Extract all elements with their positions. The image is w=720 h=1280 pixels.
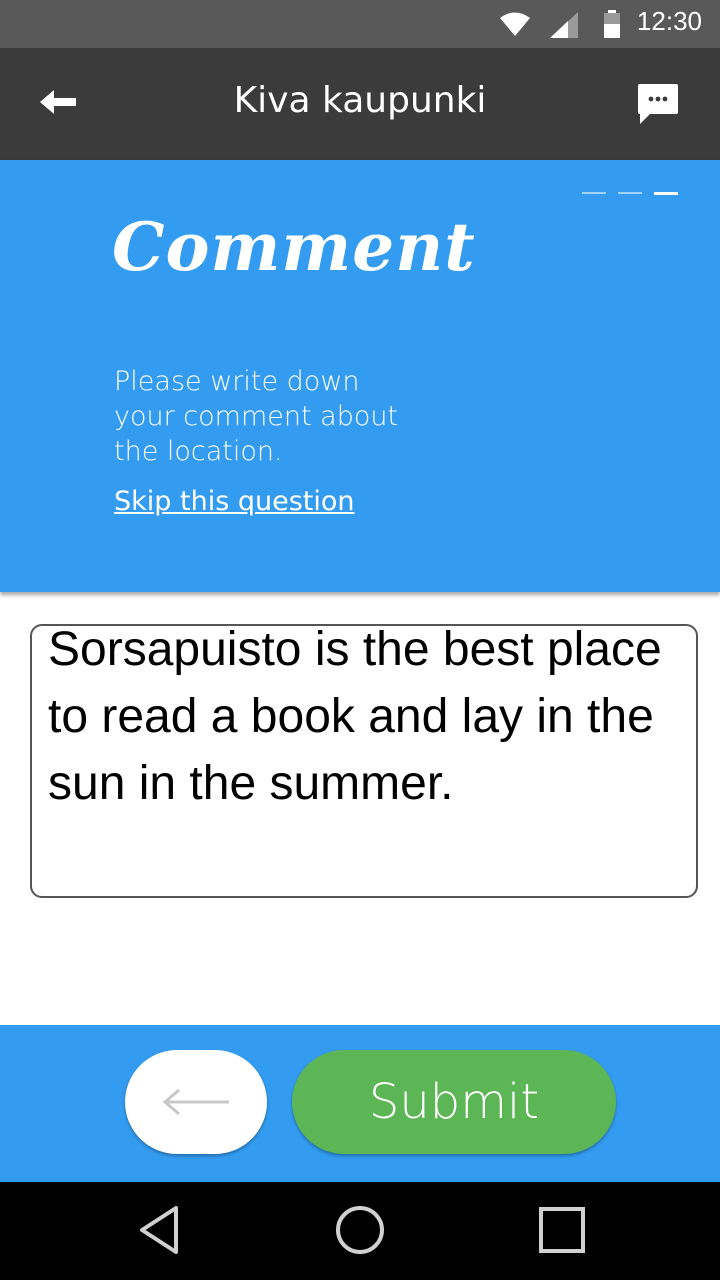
back-triangle-icon[interactable]: [134, 1204, 186, 1256]
submit-button[interactable]: Submit: [292, 1050, 616, 1154]
chat-bubble-icon[interactable]: [636, 82, 680, 126]
recents-square-icon[interactable]: [536, 1204, 588, 1256]
status-time: 12:30: [636, 6, 702, 36]
status-bar: 12:30: [0, 0, 720, 48]
comment-input-value: Sorsapuisto is the best place to read a …: [48, 624, 662, 810]
signal-icon: [550, 12, 578, 38]
app-bar: Kiva kaupunki: [0, 48, 720, 160]
system-nav-bar: [0, 1182, 720, 1280]
question-title: Comment: [112, 208, 476, 286]
app-title: Kiva kaupunki: [233, 80, 487, 121]
skip-question-link[interactable]: Skip this question: [114, 486, 355, 517]
battery-icon: [604, 10, 620, 38]
question-panel: Comment Please write down your comment a…: [0, 160, 720, 592]
progress-step: [582, 192, 606, 194]
question-description: Please write down your comment about the…: [114, 366, 399, 467]
question-progress-indicator: [582, 192, 678, 195]
progress-step: [618, 192, 642, 194]
footer-bar: Submit: [0, 1025, 720, 1182]
previous-button[interactable]: [125, 1050, 267, 1154]
arrow-left-icon: [162, 1088, 229, 1116]
comment-input[interactable]: Sorsapuisto is the best place to read a …: [30, 624, 698, 898]
progress-step-active: [654, 192, 678, 195]
wifi-icon: [500, 12, 530, 36]
home-circle-icon[interactable]: [334, 1204, 386, 1256]
